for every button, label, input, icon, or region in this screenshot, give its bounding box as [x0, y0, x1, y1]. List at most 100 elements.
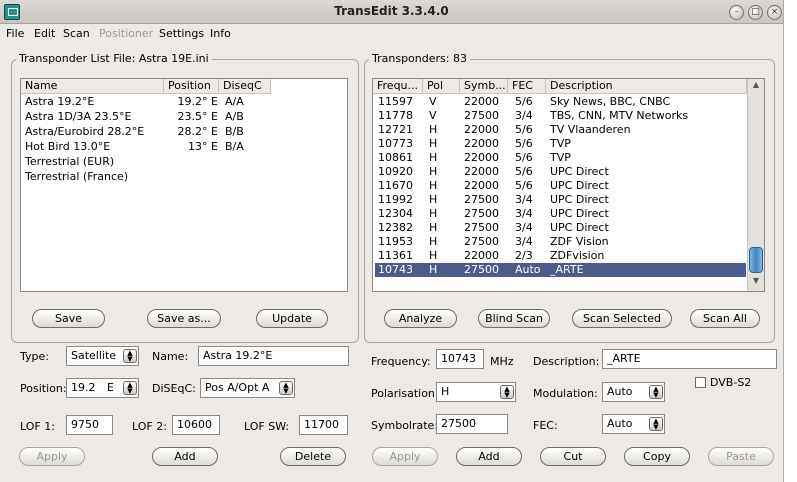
transponder-pol[interactable]: H [429, 179, 459, 193]
transponder-pol[interactable]: H [429, 249, 459, 263]
transponder-frequency[interactable]: 11953 [378, 235, 422, 249]
analyze-button[interactable]: Analyze [384, 309, 457, 328]
transponder-fec[interactable]: 5/6 [515, 95, 545, 109]
menu-settings[interactable]: Settings [159, 27, 204, 40]
left-apply-button[interactable]: Apply [19, 447, 85, 466]
transponder-symbolrate[interactable]: 22000 [464, 165, 508, 179]
transponder-pol[interactable]: V [429, 95, 459, 109]
transponder-frequency[interactable]: 11778 [378, 109, 422, 123]
satellite-name[interactable]: Terrestrial (EUR) [25, 155, 163, 169]
minimize-icon[interactable]: – [729, 5, 744, 20]
transponder-symbolrate[interactable]: 22000 [464, 249, 508, 263]
column-header-diseqc[interactable]: DiseqC [219, 79, 271, 94]
right-add-button[interactable]: Add [456, 447, 522, 466]
satellite-name[interactable]: Astra 1D/3A 23.5°E [25, 110, 163, 124]
transponder-fec[interactable]: Auto [515, 263, 545, 277]
spin-arrows-icon[interactable]: ▲ ▼ [649, 417, 663, 431]
transponder-frequency[interactable]: 10920 [378, 165, 422, 179]
transponder-pol[interactable]: H [429, 193, 459, 207]
transponder-list-scrollbar[interactable]: ▲ ▼ [747, 79, 764, 291]
transponder-symbolrate[interactable]: 22000 [464, 123, 508, 137]
column-header-pol[interactable]: Pol [423, 79, 460, 94]
transponder-symbolrate[interactable]: 27500 [464, 109, 508, 123]
type-select[interactable]: Satellite ▲ ▼ [66, 346, 139, 366]
satellite-diseqc[interactable]: A/B [225, 110, 270, 124]
transponder-pol[interactable]: H [429, 137, 459, 151]
title-bar[interactable]: TransEdit 3.3.4.0 – □ × [0, 0, 783, 24]
spin-arrows-icon[interactable]: ▲ ▼ [500, 385, 514, 399]
position-field[interactable]: 19.2 E ▲ ▼ [66, 378, 139, 398]
symbolrate-field[interactable]: 27500 [436, 414, 508, 434]
lofsw-field[interactable]: 11700 [299, 415, 348, 435]
transponder-pol[interactable]: H [429, 123, 459, 137]
update-button[interactable]: Update [256, 309, 328, 328]
scroll-down-icon[interactable]: ▼ [749, 276, 763, 289]
transponder-fec[interactable]: 5/6 [515, 165, 545, 179]
transponder-description[interactable]: TV Vlaanderen [550, 123, 746, 137]
satellite-diseqc[interactable]: B/B [225, 125, 270, 139]
scan-all-button[interactable]: Scan All [690, 309, 760, 328]
transponder-description[interactable]: UPC Direct [550, 207, 746, 221]
transponder-list[interactable]: Frequ... Pol Symb... FEC Description ▲ ▼… [372, 78, 765, 292]
transponder-symbolrate[interactable]: 22000 [464, 137, 508, 151]
menu-info[interactable]: Info [210, 27, 231, 40]
polarisation-select[interactable]: H ▲ ▼ [436, 382, 516, 402]
transponder-frequency[interactable]: 11361 [378, 249, 422, 263]
transponder-symbolrate[interactable]: 27500 [464, 221, 508, 235]
transponder-frequency[interactable]: 11597 [378, 95, 422, 109]
transponder-symbolrate[interactable]: 22000 [464, 151, 508, 165]
transponder-description[interactable]: UPC Direct [550, 179, 746, 193]
frequency-field[interactable]: 10743 [436, 349, 484, 369]
transponder-description[interactable]: TBS, CNN, MTV Networks [550, 109, 746, 123]
paste-button[interactable]: Paste [708, 447, 774, 466]
transponder-description[interactable]: UPC Direct [550, 165, 746, 179]
transponder-fec[interactable]: 5/6 [515, 137, 545, 151]
transponder-description[interactable]: UPC Direct [550, 221, 746, 235]
transponder-frequency[interactable]: 12304 [378, 207, 422, 221]
satellite-diseqc[interactable] [225, 170, 270, 184]
transponder-pol[interactable]: H [429, 221, 459, 235]
satellite-list[interactable]: Name Position DiseqC Astra 19.2°E 19.2° E… [20, 78, 348, 292]
transponder-frequency[interactable]: 10743 [378, 263, 422, 277]
column-header-name[interactable]: Name [21, 79, 164, 94]
diseqc-select[interactable]: Pos A/Opt A ▲ ▼ [200, 378, 295, 398]
transponder-fec[interactable]: 3/4 [515, 193, 545, 207]
transponder-frequency[interactable]: 12382 [378, 221, 422, 235]
transponder-pol[interactable]: H [429, 165, 459, 179]
satellite-name[interactable]: Hot Bird 13.0°E [25, 140, 163, 154]
right-apply-button[interactable]: Apply [372, 447, 438, 466]
transponder-frequency[interactable]: 11992 [378, 193, 422, 207]
left-add-button[interactable]: Add [152, 447, 218, 466]
spin-arrows-icon[interactable]: ▲ ▼ [123, 381, 137, 395]
maximize-icon[interactable]: □ [748, 5, 763, 20]
close-icon[interactable]: × [767, 5, 782, 20]
satellite-name[interactable]: Astra/Eurobird 28.2°E [25, 125, 163, 139]
dvb-s2-checkbox[interactable] [695, 377, 706, 388]
column-header-fec[interactable]: FEC [508, 79, 546, 94]
transponder-description[interactable]: ZDF Vision [550, 235, 746, 249]
satellite-position[interactable] [164, 170, 218, 184]
transponder-symbolrate[interactable]: 22000 [464, 179, 508, 193]
satellite-name[interactable]: Astra 19.2°E [25, 95, 163, 109]
transponder-symbolrate[interactable]: 27500 [464, 235, 508, 249]
satellite-position[interactable]: 19.2° E [164, 95, 218, 109]
transponder-pol[interactable]: H [429, 151, 459, 165]
menu-file[interactable]: File [6, 27, 24, 40]
transponder-frequency[interactable]: 12721 [378, 123, 422, 137]
column-header-symbolrate[interactable]: Symb... [460, 79, 508, 94]
menu-edit[interactable]: Edit [34, 27, 55, 40]
name-field[interactable]: Astra 19.2°E [198, 346, 349, 366]
satellite-diseqc[interactable] [225, 155, 270, 169]
transponder-pol[interactable]: H [429, 263, 459, 277]
satellite-name[interactable]: Terrestrial (France) [25, 170, 163, 184]
transponder-description[interactable]: UPC Direct [550, 193, 746, 207]
transponder-description[interactable]: _ARTE [550, 263, 746, 277]
satellite-diseqc[interactable]: B/A [225, 140, 270, 154]
transponder-description[interactable]: TVP [550, 137, 746, 151]
scroll-up-icon[interactable]: ▲ [749, 80, 763, 93]
menu-positioner[interactable]: Positioner [99, 27, 153, 40]
modulation-select[interactable]: Auto ▲ ▼ [602, 382, 665, 402]
fec-select[interactable]: Auto ▲ ▼ [602, 414, 665, 434]
satellite-position[interactable] [164, 155, 218, 169]
lof1-field[interactable]: 9750 [66, 415, 113, 435]
